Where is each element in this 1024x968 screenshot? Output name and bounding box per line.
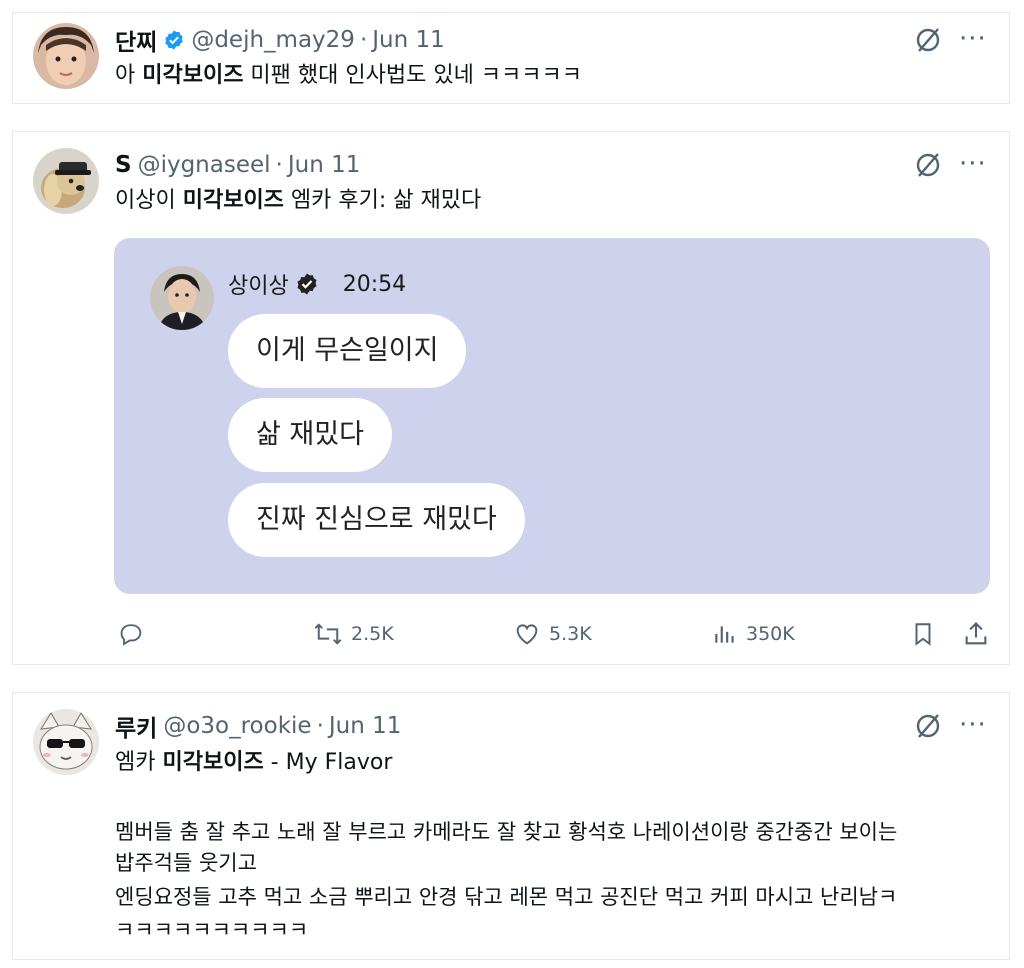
reply-button[interactable] bbox=[117, 620, 153, 648]
tweet-text-part: 엠카 bbox=[115, 750, 163, 775]
separator-dot: · bbox=[316, 713, 324, 739]
tweet-body-line: 멤버들 춤 잘 추고 노래 잘 부르고 카메라도 잘 찾고 황석호 나레이션이랑… bbox=[115, 820, 898, 844]
tweet-text-part: 이상이 bbox=[115, 188, 183, 213]
handle[interactable]: @iygnaseel bbox=[138, 152, 271, 178]
chat-bubble: 이게 무슨일이지 bbox=[228, 314, 467, 388]
like-count: 5.3K bbox=[549, 623, 592, 645]
tweet-text-part: 엠카 후기: 삶 재밌다 bbox=[283, 188, 482, 213]
tweet-text: 엠카 미각보이즈 - My Flavor bbox=[115, 748, 392, 778]
tweet-body-line: 밥주걱들 웃기고 bbox=[115, 851, 257, 875]
tweet-date[interactable]: Jun 11 bbox=[372, 27, 445, 53]
tweet-body-line: ㅋㅋㅋㅋㅋㅋㅋㅋㅋㅋ bbox=[115, 918, 309, 942]
tweet-header: S @iygnaseel · Jun 11 bbox=[115, 150, 360, 180]
highlight-keyword: 미각보이즈 bbox=[142, 63, 244, 88]
tweet-date[interactable]: Jun 11 bbox=[288, 152, 361, 178]
embedded-chat-image[interactable]: 상이상 20:54 이게 무슨일이지 삶 재밌다 진짜 진심으로 재밌다 bbox=[114, 238, 990, 594]
tweet-date[interactable]: Jun 11 bbox=[329, 713, 402, 739]
more-options-icon[interactable]: ··· bbox=[959, 26, 987, 52]
handle[interactable]: @o3o_rookie bbox=[163, 713, 311, 739]
highlight-keyword: 미각보이즈 bbox=[162, 750, 264, 775]
display-name[interactable]: 루키 bbox=[115, 709, 157, 743]
verified-badge-icon bbox=[165, 30, 184, 50]
views-count: 350K bbox=[746, 623, 795, 645]
avatar[interactable] bbox=[33, 709, 99, 775]
grok-icon[interactable] bbox=[913, 711, 943, 741]
tweet-text: 이상이 미각보이즈 엠카 후기: 삶 재밌다 bbox=[115, 186, 481, 216]
tweet-body-line: 엔딩요정들 고추 먹고 소금 뿌리고 안경 닦고 레몬 먹고 공진단 먹고 커피… bbox=[115, 885, 898, 909]
grok-icon[interactable] bbox=[913, 150, 943, 180]
grok-icon[interactable] bbox=[913, 25, 943, 55]
avatar[interactable] bbox=[33, 23, 99, 89]
share-button[interactable] bbox=[962, 620, 998, 648]
chat-bubble: 진짜 진심으로 재밌다 bbox=[228, 483, 525, 557]
chat-avatar bbox=[150, 266, 214, 330]
tweet-text-part: - My Flavor bbox=[263, 750, 393, 775]
display-name[interactable]: S bbox=[115, 152, 132, 178]
reply-icon bbox=[120, 624, 142, 646]
retweet-button[interactable]: 2.5K bbox=[313, 620, 394, 648]
tweet-text: 아 미각보이즈 미팬 했대 인사법도 있네 ㅋㅋㅋㅋㅋ bbox=[115, 61, 582, 91]
tweet-card[interactable]: 루키 @o3o_rookie · Jun 11 ··· 엠카 미각보이즈 - M… bbox=[12, 692, 1010, 960]
views-icon bbox=[715, 626, 734, 643]
views-button[interactable]: 350K bbox=[712, 620, 795, 648]
tweet-card[interactable]: 단찌 @dejh_may29 · Jun 11 ··· 아 미각보이즈 미팬 했… bbox=[12, 12, 1010, 104]
share-icon bbox=[965, 622, 987, 645]
more-options-icon[interactable]: ··· bbox=[959, 151, 987, 177]
bookmark-button[interactable] bbox=[910, 620, 944, 648]
tweet-header: 단찌 @dejh_may29 · Jun 11 bbox=[115, 23, 445, 57]
verified-badge-icon bbox=[297, 273, 317, 295]
separator-dot: · bbox=[275, 152, 283, 178]
avatar[interactable] bbox=[33, 148, 99, 214]
tweet-text-part: 아 bbox=[115, 63, 143, 88]
tweet-text-part: 미팬 했대 인사법도 있네 ㅋㅋㅋㅋㅋ bbox=[243, 63, 583, 88]
retweet-count: 2.5K bbox=[351, 623, 394, 645]
separator-dot: · bbox=[359, 27, 368, 53]
retweet-icon bbox=[314, 623, 342, 645]
more-options-icon[interactable]: ··· bbox=[959, 712, 987, 738]
tweet-header: 루키 @o3o_rookie · Jun 11 bbox=[115, 709, 402, 743]
handle[interactable]: @dejh_may29 bbox=[191, 27, 355, 53]
display-name[interactable]: 단찌 bbox=[115, 23, 157, 57]
chat-bubble: 삶 재밌다 bbox=[228, 398, 392, 472]
chat-time: 20:54 bbox=[342, 271, 407, 297]
like-icon bbox=[516, 624, 538, 645]
highlight-keyword: 미각보이즈 bbox=[182, 188, 284, 213]
chat-header: 상이상 20:54 bbox=[228, 268, 406, 300]
like-button[interactable]: 5.3K bbox=[513, 620, 592, 648]
bookmark-icon bbox=[915, 623, 931, 646]
chat-sender-name: 상이상 bbox=[228, 274, 289, 299]
